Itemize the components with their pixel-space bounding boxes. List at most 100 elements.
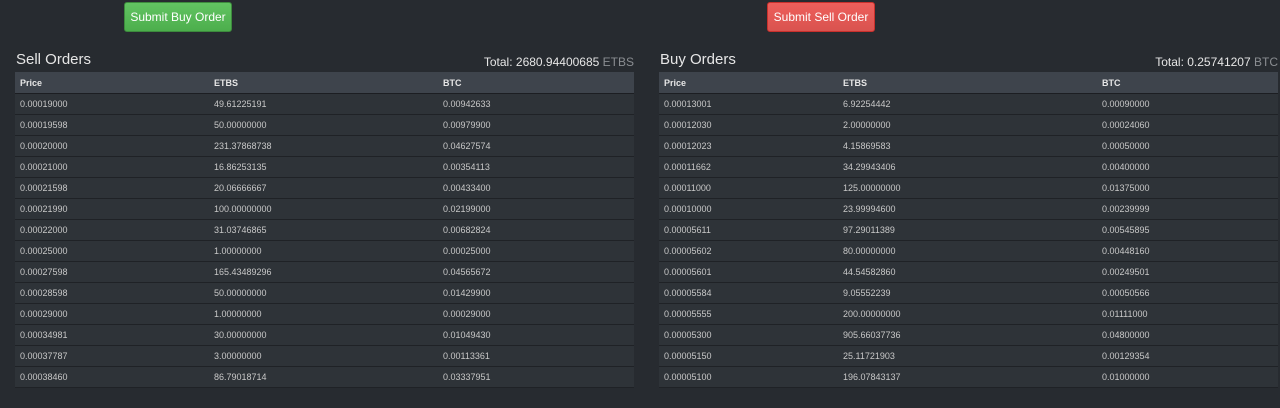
price-cell: 0.00005601	[659, 261, 838, 283]
order-row[interactable]: 0.00037787 3.00000000 0.00113361	[15, 345, 634, 367]
submit-buy-order-button[interactable]: Submit Buy Order	[124, 2, 232, 32]
etbs-amount-cell: 80.00000000	[838, 240, 1097, 262]
btc-amount-cell: 0.03337951	[438, 366, 634, 388]
column-header-price[interactable]: Price	[15, 72, 209, 94]
order-row[interactable]: 0.00021000 16.86253135 0.00354113	[15, 156, 634, 178]
btc-amount-cell: 0.01000000	[1097, 366, 1278, 388]
btc-amount-cell: 0.01429900	[438, 282, 634, 304]
etbs-amount-cell: 100.00000000	[209, 198, 438, 220]
buy-orders-panel: Buy Orders Total: 0.25741207 BTC Price E…	[659, 50, 1278, 388]
price-cell: 0.00012030	[659, 114, 838, 136]
order-row[interactable]: 0.00029000 1.00000000 0.00029000	[15, 303, 634, 325]
etbs-amount-cell: 50.00000000	[209, 114, 438, 136]
etbs-amount-cell: 4.15869583	[838, 135, 1097, 157]
etbs-amount-cell: 34.29943406	[838, 156, 1097, 178]
etbs-amount-cell: 2.00000000	[838, 114, 1097, 136]
order-row[interactable]: 0.00022000 31.03746865 0.00682824	[15, 219, 634, 241]
etbs-amount-cell: 6.92254442	[838, 93, 1097, 115]
etbs-amount-cell: 231.37868738	[209, 135, 438, 157]
etbs-amount-cell: 16.86253135	[209, 156, 438, 178]
btc-amount-cell: 0.00029000	[438, 303, 634, 325]
submit-sell-order-button[interactable]: Submit Sell Order	[767, 2, 875, 32]
price-cell: 0.00028598	[15, 282, 209, 304]
order-row[interactable]: 0.00025000 1.00000000 0.00025000	[15, 240, 634, 262]
order-row[interactable]: 0.00034981 30.00000000 0.01049430	[15, 324, 634, 346]
btc-amount-cell: 0.00050000	[1097, 135, 1278, 157]
column-header-btc[interactable]: BTC	[438, 72, 634, 94]
price-cell: 0.00019000	[15, 93, 209, 115]
order-row[interactable]: 0.00011662 34.29943406 0.00400000	[659, 156, 1278, 178]
price-cell: 0.00038460	[15, 366, 209, 388]
etbs-amount-cell: 9.05552239	[838, 282, 1097, 304]
price-cell: 0.00025000	[15, 240, 209, 262]
btc-amount-cell: 0.00433400	[438, 177, 634, 199]
order-row[interactable]: 0.00038460 86.79018714 0.03337951	[15, 366, 634, 388]
sell-orders-body: 0.00019000 49.61225191 0.00942633 0.0001959…	[15, 93, 634, 388]
column-header-price[interactable]: Price	[659, 72, 838, 94]
btc-amount-cell: 0.00448160	[1097, 240, 1278, 262]
order-row[interactable]: 0.00012030 2.00000000 0.00024060	[659, 114, 1278, 136]
sell-orders-header-row: Price ETBS BTC	[15, 72, 634, 94]
order-row[interactable]: 0.00005150 25.11721903 0.00129354	[659, 345, 1278, 367]
order-row[interactable]: 0.00013001 6.92254442 0.00090000	[659, 93, 1278, 115]
column-header-etbs[interactable]: ETBS	[209, 72, 438, 94]
etbs-amount-cell: 196.07843137	[838, 366, 1097, 388]
order-row[interactable]: 0.00005602 80.00000000 0.00448160	[659, 240, 1278, 262]
price-cell: 0.00005100	[659, 366, 838, 388]
etbs-amount-cell: 31.03746865	[209, 219, 438, 241]
column-header-etbs[interactable]: ETBS	[838, 72, 1097, 94]
etbs-amount-cell: 86.79018714	[209, 366, 438, 388]
order-row[interactable]: 0.00027598 165.43489296 0.04565672	[15, 261, 634, 283]
btc-amount-cell: 0.00025000	[438, 240, 634, 262]
order-row[interactable]: 0.00019598 50.00000000 0.00979900	[15, 114, 634, 136]
order-row[interactable]: 0.00021990 100.00000000 0.02199000	[15, 198, 634, 220]
order-row[interactable]: 0.00028598 50.00000000 0.01429900	[15, 282, 634, 304]
price-cell: 0.00021000	[15, 156, 209, 178]
btc-amount-cell: 0.00545895	[1097, 219, 1278, 241]
order-row[interactable]: 0.00005300 905.66037736 0.04800000	[659, 324, 1278, 346]
btc-amount-cell: 0.00400000	[1097, 156, 1278, 178]
btc-amount-cell: 0.00050566	[1097, 282, 1278, 304]
price-cell: 0.00013001	[659, 93, 838, 115]
btc-amount-cell: 0.00129354	[1097, 345, 1278, 367]
price-cell: 0.00027598	[15, 261, 209, 283]
etbs-amount-cell: 905.66037736	[838, 324, 1097, 346]
price-cell: 0.00005584	[659, 282, 838, 304]
btc-amount-cell: 0.00024060	[1097, 114, 1278, 136]
order-row[interactable]: 0.00010000 23.99994600 0.00239999	[659, 198, 1278, 220]
column-header-btc[interactable]: BTC	[1097, 72, 1278, 94]
order-row[interactable]: 0.00012023 4.15869583 0.00050000	[659, 135, 1278, 157]
etbs-amount-cell: 97.29011389	[838, 219, 1097, 241]
order-row[interactable]: 0.00005584 9.05552239 0.00050566	[659, 282, 1278, 304]
price-cell: 0.00005300	[659, 324, 838, 346]
order-row[interactable]: 0.00019000 49.61225191 0.00942633	[15, 93, 634, 115]
price-cell: 0.00012023	[659, 135, 838, 157]
etbs-amount-cell: 44.54582860	[838, 261, 1097, 283]
price-cell: 0.00029000	[15, 303, 209, 325]
price-cell: 0.00022000	[15, 219, 209, 241]
price-cell: 0.00020000	[15, 135, 209, 157]
buy-total-unit: BTC	[1254, 55, 1278, 69]
sell-orders-title: Sell Orders	[16, 51, 92, 68]
btc-amount-cell: 0.00354113	[438, 156, 634, 178]
btc-amount-cell: 0.00113361	[438, 345, 634, 367]
order-row[interactable]: 0.00005100 196.07843137 0.01000000	[659, 366, 1278, 388]
btc-amount-cell: 0.00239999	[1097, 198, 1278, 220]
order-row[interactable]: 0.00020000 231.37868738 0.04627574	[15, 135, 634, 157]
order-row[interactable]: 0.00021598 20.06666667 0.00433400	[15, 177, 634, 199]
buy-total-label: Total:	[1155, 55, 1184, 69]
order-row[interactable]: 0.00005611 97.29011389 0.00545895	[659, 219, 1278, 241]
order-row[interactable]: 0.00005555 200.00000000 0.01111000	[659, 303, 1278, 325]
etbs-amount-cell: 1.00000000	[209, 303, 438, 325]
price-cell: 0.00011000	[659, 177, 838, 199]
etbs-amount-cell: 50.00000000	[209, 282, 438, 304]
price-cell: 0.00021990	[15, 198, 209, 220]
btc-amount-cell: 0.04565672	[438, 261, 634, 283]
sell-orders-total: Total: 2680.94400685 ETBS	[484, 55, 634, 69]
btc-amount-cell: 0.00090000	[1097, 93, 1278, 115]
etbs-amount-cell: 30.00000000	[209, 324, 438, 346]
sell-orders-header: Sell Orders Total: 2680.94400685 ETBS	[15, 50, 634, 72]
order-row[interactable]: 0.00011000 125.00000000 0.01375000	[659, 177, 1278, 199]
price-cell: 0.00011662	[659, 156, 838, 178]
order-row[interactable]: 0.00005601 44.54582860 0.00249501	[659, 261, 1278, 283]
